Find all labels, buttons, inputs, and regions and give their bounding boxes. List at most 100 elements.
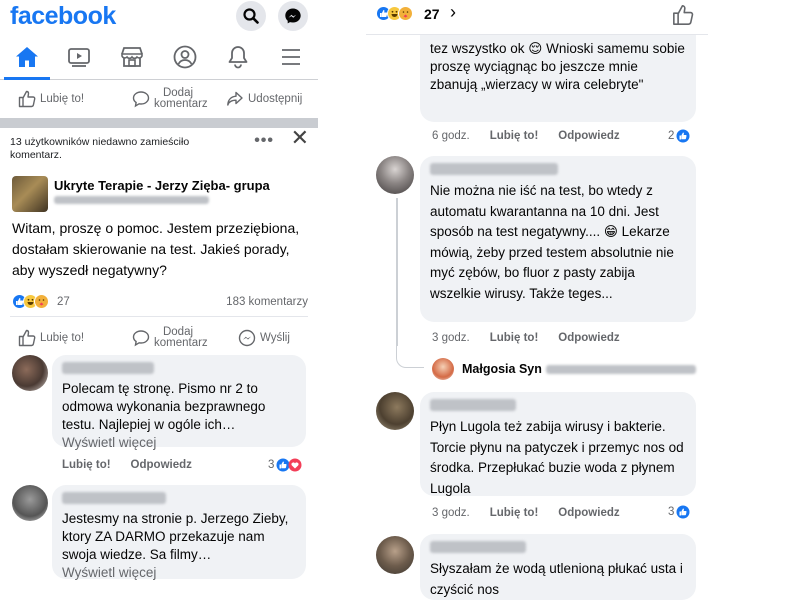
send-label: Wyślij	[260, 332, 290, 344]
avatar[interactable]	[376, 156, 414, 194]
comment-count[interactable]: 183 komentarzy	[226, 296, 308, 308]
group-name[interactable]: Ukryte Terapie - Jerzy Zięba- grupa	[54, 178, 270, 193]
comment-bubble: Słyszałam że wodą utlenioną płukać usta …	[420, 534, 696, 600]
facebook-logo[interactable]: facebook	[10, 2, 116, 31]
comment-text: Płyn Lugola też zabija wirusy i bakterie…	[430, 419, 684, 496]
messenger-button[interactable]	[278, 1, 308, 31]
reply-author: Małgosia Syn	[462, 362, 542, 376]
comment-like-button[interactable]: Lubię to!	[62, 459, 111, 471]
comment-bubble: Jestesmy na stronie p. Jerzego Zieby, kt…	[52, 485, 306, 582]
previous-post-actions: Lubię to! Dodaj komentarz Udostępnij	[0, 80, 318, 118]
commenter-name-redacted[interactable]	[430, 163, 558, 175]
post-text: Witam, proszę o pomoc. Jestem przeziębio…	[12, 220, 300, 278]
home-icon	[16, 47, 38, 67]
recent-comments-notice: 13 użytkowników niedawno zamieściło kome…	[0, 127, 318, 168]
like-post-button[interactable]	[672, 4, 694, 31]
comment-reply-button[interactable]: Odpowiedz	[558, 507, 619, 519]
close-icon[interactable]: ✕	[291, 127, 309, 149]
reply-thread-line	[396, 198, 398, 346]
nav-profile[interactable]	[165, 40, 205, 74]
post-header: Ukryte Terapie - Jerzy Zięba- grupa	[0, 168, 318, 216]
notice-text: 13 użytkowników niedawno zamieściło kome…	[10, 136, 190, 161]
commenter-name-redacted[interactable]	[62, 362, 154, 374]
commenter-name-redacted[interactable]	[430, 541, 526, 553]
comment-reply-button[interactable]: Odpowiedz	[558, 130, 619, 142]
comment-actions: 3 godz. Lubię to! Odpowiedz	[432, 507, 640, 519]
post-send-button[interactable]: Wyślij	[238, 329, 290, 347]
nav-home[interactable]	[7, 40, 47, 74]
bell-icon	[228, 46, 248, 69]
comment-time[interactable]: 3 godz.	[432, 507, 470, 519]
comment-actions: 6 godz. Lubię to! Odpowiedz	[432, 130, 640, 142]
right-screenshot: 27 › tez wszystko ok 😌 Wnioski samemu so…	[366, 0, 708, 600]
reaction-icons[interactable]	[376, 6, 413, 21]
share-button[interactable]: Udostępnij	[226, 90, 302, 108]
share-label: Udostępnij	[248, 93, 303, 105]
reply-text-redacted	[545, 364, 696, 374]
post-comment-button[interactable]: Dodaj komentarz	[132, 326, 208, 349]
feed-separator	[0, 118, 318, 128]
comment-actions: 3 godz. Lubię to! Odpowiedz	[432, 332, 640, 344]
more-options-button[interactable]: •••	[254, 133, 274, 149]
comment-text: tez wszystko ok 😌 Wnioski samemu sobie p…	[430, 41, 685, 92]
like-button[interactable]: Lubię to!	[18, 90, 84, 108]
reactions-header-mask: 27 ›	[366, 0, 708, 35]
comment-like-button[interactable]: Lubię to!	[490, 507, 539, 519]
post-like-button[interactable]: Lubię to!	[18, 329, 84, 347]
share-icon	[227, 91, 243, 106]
search-icon	[243, 8, 259, 24]
comment-reactions[interactable]: 3	[268, 458, 302, 472]
commenter-name-redacted[interactable]	[430, 399, 516, 411]
comment-actions: Lubię to! Odpowiedz	[62, 459, 212, 471]
comment-bubble: tez wszystko ok 😌 Wnioski samemu sobie p…	[420, 22, 696, 122]
comment-button[interactable]: Dodaj komentarz	[132, 87, 208, 110]
nav-menu[interactable]	[271, 40, 311, 74]
reaction-count[interactable]: 27	[424, 6, 440, 22]
reply-preview[interactable]: Małgosia Syn	[432, 358, 696, 380]
left-screenshot: facebook Lubię to! Dodaj komentarz Udost…	[0, 0, 318, 600]
comment-text: Nie można nie iść na test, bo wtedy z au…	[430, 183, 674, 301]
comment-icon	[132, 91, 150, 108]
post-reactions[interactable]: 27 183 komentarzy	[0, 290, 318, 316]
care-reaction-icon	[398, 6, 413, 21]
messenger-send-icon	[238, 329, 256, 347]
marketplace-icon	[121, 47, 143, 67]
comment-like-button[interactable]: Lubię to!	[490, 130, 539, 142]
comment-bubble: Nie można nie iść na test, bo wtedy z au…	[420, 156, 696, 322]
messenger-icon	[285, 8, 301, 24]
comment-reactions[interactable]: 3	[668, 505, 690, 519]
like-reaction-icon	[676, 129, 690, 143]
post-author-redacted	[54, 196, 209, 204]
search-button[interactable]	[236, 1, 266, 31]
avatar[interactable]	[12, 485, 48, 521]
comment-bubble: Płyn Lugola też zabija wirusy i bakterie…	[420, 392, 696, 496]
nav-marketplace[interactable]	[112, 40, 152, 74]
reaction-icons	[12, 294, 49, 309]
comment-text: Słyszałam że wodą utlenioną płukać usta …	[430, 561, 683, 597]
comment-label: Dodaj komentarz	[154, 326, 208, 349]
comment-time[interactable]: 6 godz.	[432, 130, 470, 142]
nav-notifications[interactable]	[218, 40, 258, 74]
chevron-right-icon[interactable]: ›	[450, 2, 456, 23]
avatar[interactable]	[376, 536, 414, 574]
nav-watch[interactable]	[59, 40, 99, 74]
care-reaction-icon	[34, 294, 49, 309]
comment-reply-button[interactable]: Odpowiedz	[131, 459, 192, 471]
comment-reactions[interactable]: 2	[668, 129, 690, 143]
thumbs-up-icon	[18, 329, 36, 347]
comment-like-button[interactable]: Lubię to!	[490, 332, 539, 344]
comment-bubble: Polecam tę stronę. Pismo nr 2 to odmowa …	[52, 355, 306, 450]
see-more-link[interactable]: Wyświetl więcej	[62, 564, 296, 582]
see-more-link[interactable]: Wyświetl więcej	[62, 434, 296, 452]
menu-icon	[282, 49, 300, 65]
comment-reaction-count: 3	[268, 459, 275, 471]
profile-icon	[173, 45, 197, 69]
commenter-name-redacted[interactable]	[62, 492, 166, 504]
avatar[interactable]	[376, 392, 414, 430]
comment-time[interactable]: 3 godz.	[432, 332, 470, 344]
group-avatar[interactable]	[12, 176, 48, 212]
comment-reply-button[interactable]: Odpowiedz	[558, 332, 619, 344]
avatar[interactable]	[12, 355, 48, 391]
like-label: Lubię to!	[40, 332, 85, 344]
thumbs-up-icon	[18, 90, 36, 108]
